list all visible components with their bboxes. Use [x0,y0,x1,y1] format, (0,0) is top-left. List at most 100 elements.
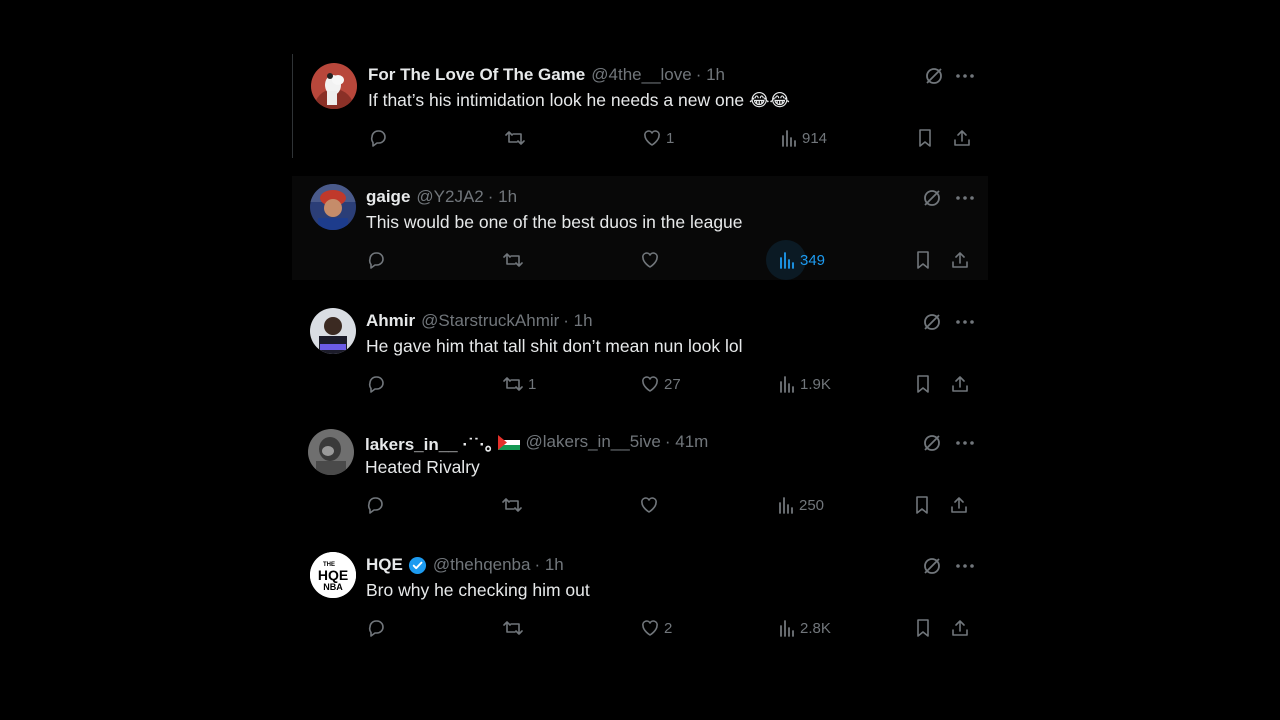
tweet[interactable]: Ahmir @StarstruckAhmir · 1h He gave him … [292,300,988,404]
action-bar: 250 [365,491,977,519]
views-count: 250 [799,496,825,514]
share-button[interactable] [950,246,970,274]
more-icon[interactable] [952,64,978,88]
like-button[interactable]: 2 [640,614,672,642]
bookmark-icon [917,375,929,393]
display-name[interactable]: HQE [366,555,403,575]
views-button[interactable]: 250 [777,491,824,519]
share-icon [954,130,970,146]
avatar[interactable] [310,184,356,230]
views-count: 914 [802,129,828,147]
views-button[interactable]: 2.8K [778,614,831,642]
avatar[interactable]: THE HQE NBA [310,552,356,598]
share-button[interactable] [949,491,969,519]
reply-button[interactable] [366,370,390,398]
more-icon[interactable] [952,431,978,455]
retweet-icon [503,253,523,267]
bookmark-icon [916,496,928,514]
reply-icon [370,130,386,147]
reply-icon [368,376,384,393]
handle[interactable]: @Y2JA2 [416,187,483,207]
like-button[interactable]: 27 [640,370,681,398]
views-icon [779,497,793,514]
handle[interactable]: @StarstruckAhmir [421,311,559,331]
handle[interactable]: @4the__love [591,65,691,85]
handle[interactable]: @thehqenba [433,555,531,575]
retweet-icon [503,377,523,391]
avatar[interactable] [310,308,356,354]
retweet-count: 1 [528,375,537,393]
bookmark-icon [917,251,929,269]
retweet-button[interactable] [502,614,528,642]
more-icon[interactable] [952,554,978,578]
avatar[interactable] [308,429,354,475]
timestamp[interactable]: · 1h [534,555,563,575]
share-button[interactable] [950,370,970,398]
views-icon [780,252,794,269]
share-icon [952,620,968,636]
action-bar: 1 914 [368,124,980,152]
bookmark-button[interactable] [916,124,934,152]
timestamp[interactable]: · 41m [665,432,708,452]
display-name[interactable]: gaige [366,187,410,207]
like-button[interactable] [639,491,663,519]
share-button[interactable] [950,614,970,642]
timestamp[interactable]: · 1h [563,311,592,331]
reply-icon [368,252,384,269]
more-icon[interactable] [952,186,978,210]
retweet-button[interactable] [501,491,527,519]
reply-button[interactable] [365,491,389,519]
retweet-icon [503,621,523,635]
share-icon [952,376,968,392]
grok-icon[interactable] [920,310,944,334]
share-icon [951,497,967,513]
bookmark-button[interactable] [914,246,932,274]
tweet-text: If that’s his intimidation look he needs… [368,90,790,110]
like-count: 2 [664,619,673,637]
like-button[interactable] [640,246,664,274]
views-button[interactable]: 349 [766,240,825,280]
tweet[interactable]: gaige @Y2JA2 · 1h This would be one of t… [292,176,988,280]
reply-button[interactable] [368,124,392,152]
display-name[interactable]: Ahmir [366,311,415,331]
bookmark-button[interactable] [913,491,931,519]
heart-icon [642,252,658,268]
handle[interactable]: @lakers_in__5ive [526,432,661,452]
retweet-button[interactable] [504,124,530,152]
display-name[interactable]: For The Love Of The Game [368,65,585,85]
timestamp[interactable]: · 1h [488,187,517,207]
tweet[interactable]: THE HQE NBA HQE @thehqenba · 1h Bro why … [292,544,988,648]
display-name[interactable]: lakers_in__ ·˙˙·｡ [365,430,494,455]
more-icon[interactable] [952,310,978,334]
like-count: 1 [666,129,675,147]
tweet[interactable]: lakers_in__ ·˙˙·｡ @lakers_in__5ive · 41m… [292,421,988,525]
views-button[interactable]: 1.9K [778,370,831,398]
heart-icon [641,497,657,513]
timestamp[interactable]: · 1h [696,65,725,85]
grok-icon[interactable] [920,186,944,210]
retweet-icon [505,131,525,145]
action-bar: 1 27 1.9K [366,370,978,398]
views-button[interactable]: 914 [780,124,827,152]
retweet-button[interactable] [502,246,528,274]
like-button[interactable]: 1 [642,124,674,152]
reply-icon [367,497,383,514]
reply-icon [368,620,384,637]
grok-icon[interactable] [922,64,946,88]
grok-icon[interactable] [920,554,944,578]
views-icon [780,376,794,393]
views-icon [780,620,794,637]
bookmark-button[interactable] [914,614,932,642]
retweet-button[interactable]: 1 [502,370,536,398]
heart-icon [642,376,658,392]
action-bar: 2 2.8K [366,614,978,642]
grok-icon[interactable] [920,431,944,455]
bookmark-button[interactable] [914,370,932,398]
avatar[interactable] [311,63,357,109]
reply-button[interactable] [366,614,390,642]
action-bar: 349 [366,240,978,280]
share-button[interactable] [952,124,972,152]
tweet[interactable]: For The Love Of The Game @4the__love · 1… [292,54,988,158]
views-count: 2.8K [800,619,831,637]
reply-button[interactable] [366,246,390,274]
